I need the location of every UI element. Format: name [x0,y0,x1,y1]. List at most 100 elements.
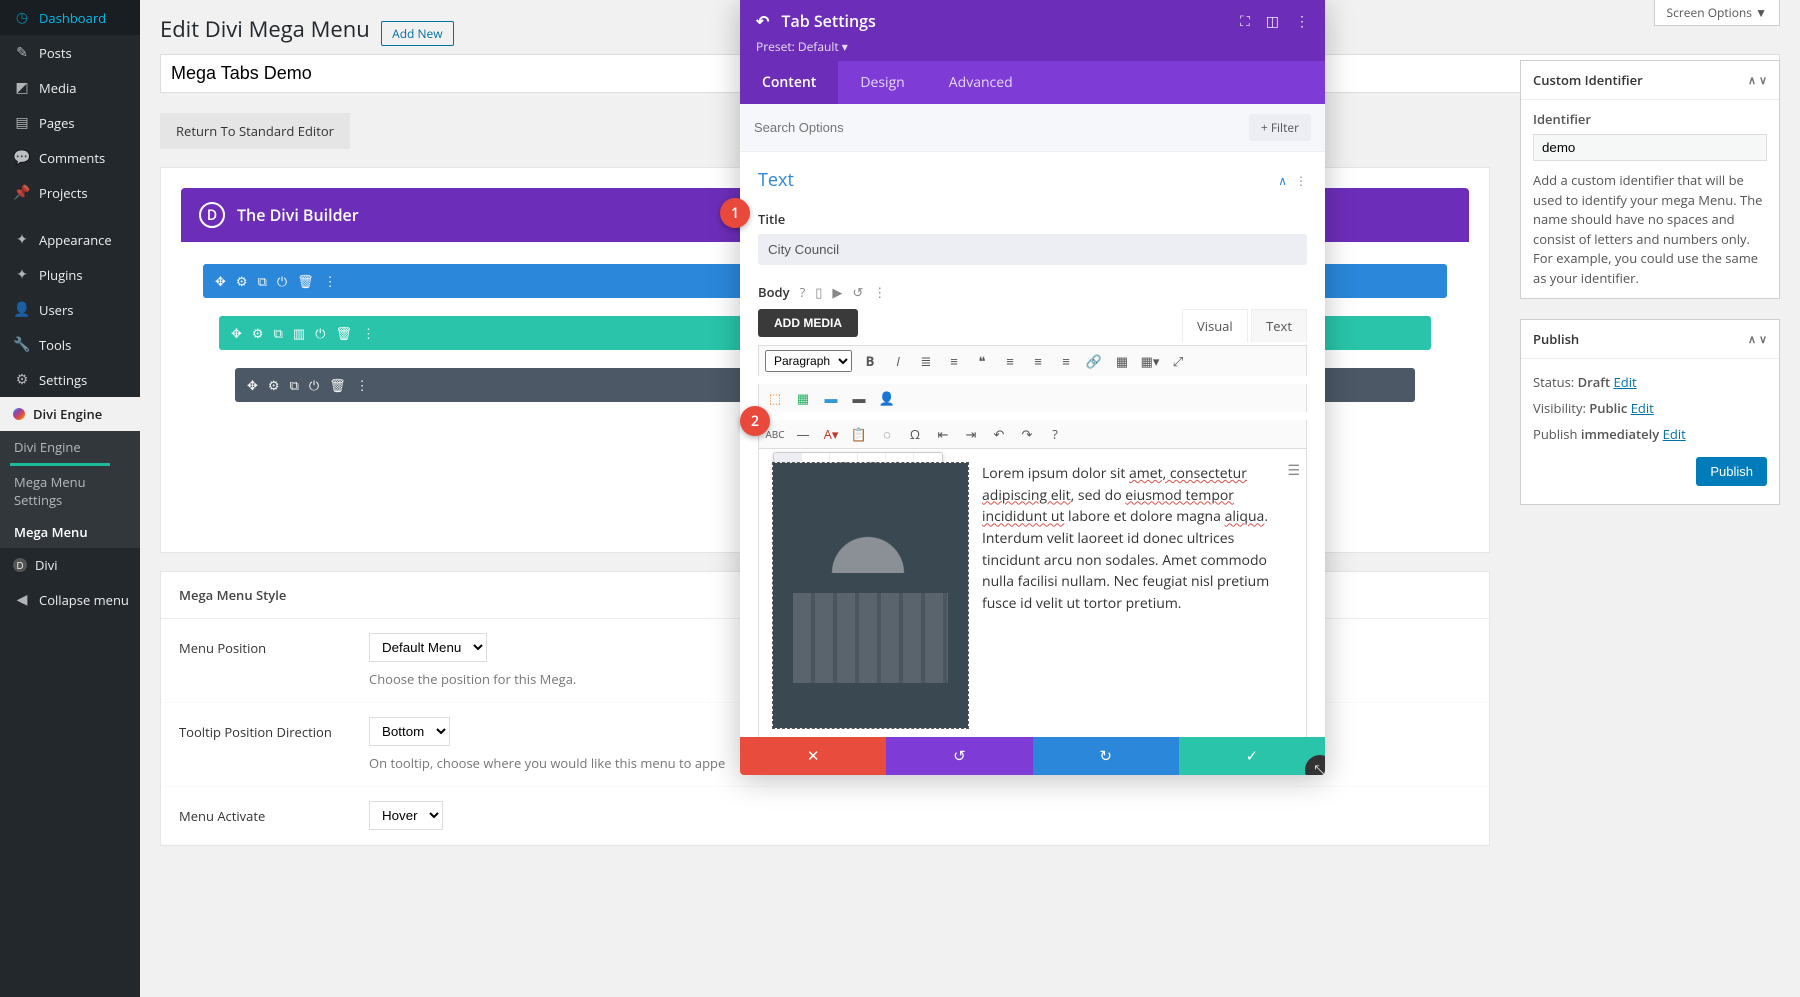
power-icon[interactable]: ⏻ [309,376,319,394]
chevron-up-icon[interactable]: ∧ [1748,332,1756,347]
more-icon[interactable]: ⋮ [1295,172,1307,189]
indent-icon[interactable]: ⇥ [961,424,981,444]
redo-button[interactable]: ↻ [1033,737,1179,775]
align-center-icon[interactable]: ≡ [1028,351,1048,371]
align-right-icon[interactable]: ≡ [1056,351,1076,371]
textcolor-icon[interactable]: A▾ [821,424,841,444]
edit-publish-link[interactable]: Edit [1663,425,1686,443]
help-icon[interactable]: ? [1045,424,1065,444]
italic-icon[interactable]: I [888,351,908,371]
gear-icon[interactable]: ⚙ [252,324,264,342]
edit-visibility-link[interactable]: Edit [1631,399,1654,417]
help-icon[interactable]: ? [800,283,806,301]
search-options-input[interactable] [754,120,1249,135]
more-icon[interactable]: ⋮ [1295,12,1309,31]
table-icon[interactable]: ▦▾ [1140,351,1160,371]
divider-gray-icon[interactable]: ▬ [849,388,869,408]
move-icon[interactable]: ✥ [215,272,226,290]
tab-design[interactable]: Design [838,61,926,104]
editor-text-tab[interactable]: Text [1251,309,1307,342]
sub-mega-menu[interactable]: Mega Menu [0,516,140,548]
tab-content[interactable]: Content [740,61,838,104]
reset-icon[interactable]: ↺ [852,283,863,301]
hr-icon[interactable]: — [793,424,813,444]
text-section-toggle[interactable]: Text ∧⋮ [758,164,1307,204]
move-icon[interactable]: ✥ [231,324,242,342]
align-left-icon[interactable]: ≡ [1000,351,1020,371]
nav-media[interactable]: ◩Media [0,70,140,105]
chevron-down-icon[interactable]: ∨ [1759,332,1767,347]
undo-button[interactable]: ↺ [886,737,1032,775]
paste-icon[interactable]: 📋 [849,424,869,444]
nav-pages[interactable]: ▤Pages [0,105,140,140]
title-field-input[interactable] [758,234,1307,265]
chevron-down-icon[interactable]: ∨ [1759,73,1767,88]
more-icon[interactable]: ⋮ [356,376,369,394]
sub-mega-menu-settings[interactable]: Mega Menu Settings [0,466,140,516]
ul-icon[interactable]: ≣ [916,351,936,371]
save-button[interactable]: ✓ [1179,737,1325,775]
preset-label[interactable]: Preset: Default ▾ [756,38,1309,61]
sub-divi-engine[interactable]: Divi Engine [0,431,140,463]
divider-blue-icon[interactable]: ▬ [821,388,841,408]
color-blocks-icon[interactable]: ▦ [793,388,813,408]
special-char-icon[interactable]: Ω [905,424,925,444]
chevron-up-icon[interactable]: ∧ [1278,172,1287,189]
menu-position-select[interactable]: Default Menu [369,633,487,662]
nav-collapse[interactable]: ◀Collapse menu [0,582,140,617]
more-icon[interactable]: ⋮ [324,272,337,290]
nav-tools[interactable]: 🔧Tools [0,327,140,362]
nav-projects[interactable]: 📌Projects [0,175,140,210]
editor-visual-tab[interactable]: Visual [1182,309,1248,342]
gear-icon[interactable]: ⚙ [236,272,248,290]
undo-icon[interactable]: ↶ [989,424,1009,444]
tooltip-position-select[interactable]: Bottom [369,717,450,746]
chevron-up-icon[interactable]: ∧ [1748,73,1756,88]
power-icon[interactable]: ⏻ [315,324,325,342]
expand-icon[interactable]: ⛶ [1240,12,1250,31]
duplicate-icon[interactable]: ⧉ [274,324,283,342]
ol-icon[interactable]: ≡ [944,351,964,371]
nav-appearance[interactable]: ✦Appearance [0,222,140,257]
cursor-icon[interactable]: ▶ [832,283,842,301]
more-tag-icon[interactable]: ▦ [1112,351,1132,371]
nav-settings[interactable]: ⚙Settings [0,362,140,397]
gear-icon[interactable]: ⚙ [268,376,280,394]
trash-icon[interactable]: 🗑 [329,376,346,394]
duplicate-icon[interactable]: ⧉ [258,272,267,290]
menu-activate-select[interactable]: Hover [369,801,443,830]
nav-plugins[interactable]: ✦Plugins [0,257,140,292]
user-insert-icon[interactable]: 👤 [877,388,897,408]
redo-icon[interactable]: ↷ [1017,424,1037,444]
paragraph-select[interactable]: Paragraph [765,350,852,372]
layers-icon[interactable]: ☰ [1287,461,1300,480]
move-icon[interactable]: ✥ [247,376,258,394]
columns-icon[interactable]: ▥ [293,324,305,342]
wysiwyg-editor[interactable]: ☰ ▭ ≡ ≣ ▤ ✎ ✕ Lorem ipsum dolor sit amet… [758,448,1307,737]
quote-icon[interactable]: ❝ [972,351,992,371]
phone-icon[interactable]: ▯ [815,283,822,301]
nav-comments[interactable]: 💬Comments [0,140,140,175]
fullscreen-icon[interactable]: ⤢ [1168,351,1188,371]
back-icon[interactable]: ↶ [756,10,769,32]
trash-icon[interactable]: 🗑 [297,272,314,290]
editor-image[interactable] [773,463,968,728]
nav-posts[interactable]: ✎Posts [0,35,140,70]
trash-icon[interactable]: 🗑 [335,324,352,342]
bold-icon[interactable]: B [860,351,880,371]
more-icon[interactable]: ⋮ [362,324,375,342]
return-standard-editor-button[interactable]: Return To Standard Editor [160,113,350,149]
shortcode-icon[interactable]: ⬚ [765,388,785,408]
tab-advanced[interactable]: Advanced [927,61,1035,104]
clear-format-icon[interactable]: ◌ [877,424,897,444]
power-icon[interactable]: ⏻ [277,272,287,290]
add-media-button[interactable]: ADD MEDIA [758,309,858,337]
add-new-button[interactable]: Add New [381,21,453,46]
outdent-icon[interactable]: ⇤ [933,424,953,444]
nav-users[interactable]: 👤Users [0,292,140,327]
duplicate-icon[interactable]: ⧉ [290,376,299,394]
publish-button[interactable]: Publish [1696,457,1767,486]
more-icon[interactable]: ⋮ [873,283,886,301]
nav-divi-engine[interactable]: Divi Engine [0,397,140,431]
link-icon[interactable]: 🔗 [1084,351,1104,371]
